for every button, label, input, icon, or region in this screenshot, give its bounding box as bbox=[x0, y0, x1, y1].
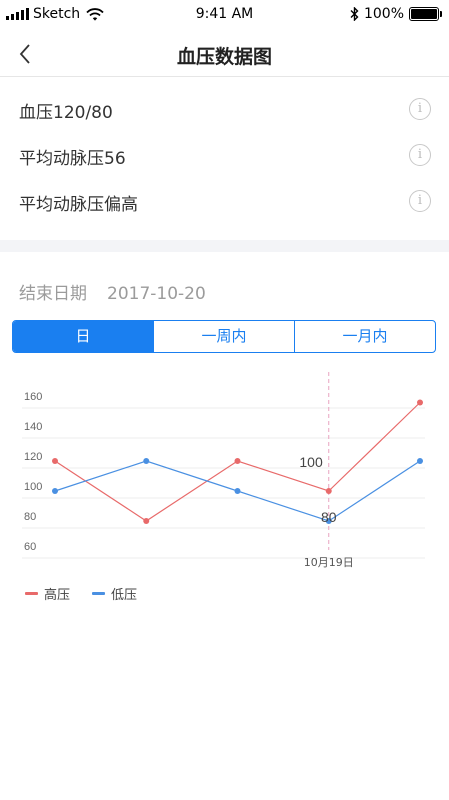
info-list: 血压120/80 i 平均动脉压56 i 平均动脉压偏高 i bbox=[0, 87, 449, 225]
highlight-high-value: 100 bbox=[299, 454, 323, 470]
x-date-label: 10月19日 bbox=[304, 556, 354, 569]
y-tick-label: 80 bbox=[24, 511, 36, 523]
data-point-low bbox=[52, 488, 58, 494]
data-point-low bbox=[143, 458, 150, 464]
y-tick-label: 120 bbox=[24, 451, 42, 463]
legend-item-low: 低压 bbox=[92, 584, 137, 603]
data-point-high bbox=[52, 458, 58, 464]
legend-item-high: 高压 bbox=[25, 584, 70, 603]
tab-day[interactable]: 日 bbox=[13, 321, 153, 352]
section-divider bbox=[0, 240, 449, 252]
status-right: 100% bbox=[350, 6, 442, 22]
y-tick-label: 60 bbox=[24, 541, 36, 553]
info-icon[interactable]: i bbox=[409, 144, 431, 166]
info-label: 平均动脉压56 bbox=[19, 149, 126, 169]
range-tabs: 日 一周内 一月内 bbox=[12, 320, 436, 353]
legend-label-high: 高压 bbox=[44, 588, 71, 603]
battery-icon bbox=[409, 7, 442, 21]
blood-pressure-chart: 60 80 100 120 140 160 100 80 10月19日 bbox=[22, 372, 425, 569]
y-tick-label: 140 bbox=[24, 421, 42, 433]
end-date-value: 2017-10-20 bbox=[107, 284, 206, 304]
data-point-high bbox=[325, 488, 332, 494]
tab-month[interactable]: 一月内 bbox=[294, 321, 435, 352]
info-row-mean-arterial-status: 平均动脉压偏高 i bbox=[0, 179, 449, 225]
legend-label-low: 低压 bbox=[111, 588, 138, 603]
info-row-blood-pressure: 血压120/80 i bbox=[0, 87, 449, 133]
end-date-label: 结束日期 bbox=[19, 284, 87, 304]
data-point-high bbox=[417, 399, 423, 406]
status-bar: Sketch 9:41 AM 100% bbox=[0, 0, 449, 32]
legend-swatch-low bbox=[92, 592, 106, 595]
info-row-mean-arterial: 平均动脉压56 i bbox=[0, 133, 449, 179]
data-point-low bbox=[234, 488, 241, 494]
data-point-high bbox=[143, 518, 150, 524]
info-label: 平均动脉压偏高 bbox=[19, 195, 138, 215]
end-date-row[interactable]: 结束日期 2017-10-20 bbox=[19, 279, 206, 304]
info-icon[interactable]: i bbox=[409, 98, 431, 120]
chart-legend: 高压 低压 bbox=[25, 584, 137, 603]
legend-swatch-high bbox=[25, 592, 38, 595]
bluetooth-icon bbox=[350, 7, 359, 21]
data-point-high bbox=[234, 458, 241, 464]
page-title: 血压数据图 bbox=[176, 46, 272, 68]
battery-percent: 100% bbox=[363, 6, 404, 22]
highlight-low-value: 80 bbox=[321, 509, 337, 525]
info-label: 血压120/80 bbox=[19, 103, 113, 123]
y-tick-label: 100 bbox=[24, 481, 42, 493]
y-tick-label: 160 bbox=[24, 391, 42, 403]
info-icon[interactable]: i bbox=[409, 190, 431, 212]
tab-week[interactable]: 一周内 bbox=[153, 321, 294, 352]
data-point-low bbox=[417, 458, 423, 464]
nav-bar: 血压数据图 bbox=[0, 32, 449, 77]
